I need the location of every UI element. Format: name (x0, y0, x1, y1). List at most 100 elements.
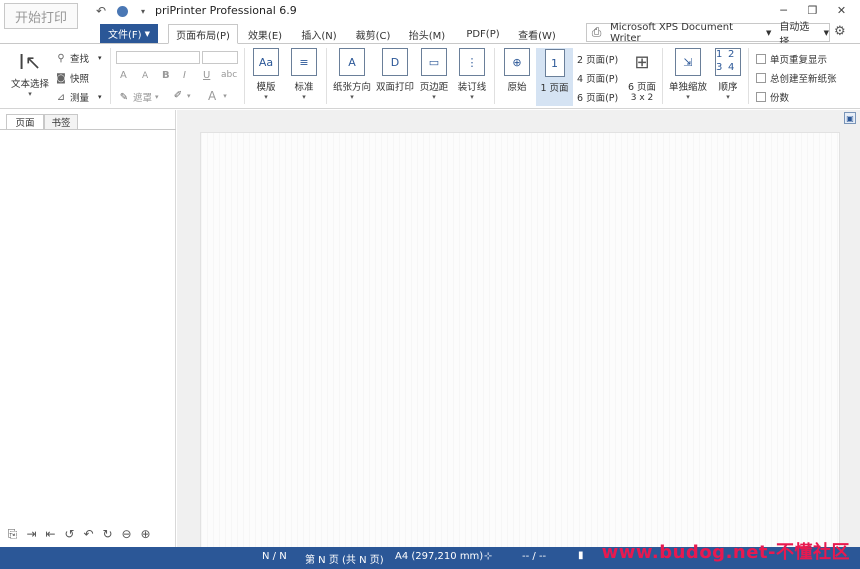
tab-header[interactable]: 抬头(M) (404, 24, 450, 44)
order-button[interactable]: 1234 顺序 ▾ (712, 48, 744, 102)
chevron-down-icon: ▼ (144, 29, 150, 38)
highlight-button[interactable]: ✐ ▾ (172, 90, 191, 101)
minimize-icon[interactable]: ─ (769, 1, 798, 19)
tab-crop[interactable]: 裁剪(C) (350, 24, 396, 44)
document-icon: ≡ (291, 48, 317, 76)
strike-button[interactable]: abc (221, 70, 237, 80)
margins-icon: ▭ (421, 48, 447, 76)
tab-bookmarks[interactable]: 书签 (44, 114, 78, 130)
duplex-button[interactable]: D 双面打印 (375, 48, 415, 93)
panel-toolbar: ⎘ ⇥ ⇤ ↺ ↶ ↻ ⊖ ⊕ (6, 527, 152, 542)
printer-selector[interactable]: ⎙ Microsoft XPS Document Writer ▼ 自动选择 ▼ (586, 21, 830, 48)
paper-size: A4 (297,210 mm) (395, 551, 484, 562)
preview-settings-icon[interactable]: ▣ (844, 112, 856, 124)
tab-page-layout[interactable]: 页面布局(P) (168, 24, 238, 44)
printer-name: Microsoft XPS Document Writer (610, 21, 734, 44)
six-pages-button[interactable]: ⊞ 6 页面 3 x 2 (626, 48, 658, 104)
font-size-combo[interactable] (202, 51, 238, 64)
mode-dropdown-icon[interactable]: ▼ (824, 29, 829, 37)
grid-icon: ⊞ (634, 51, 650, 73)
coordinates: -- / -- (522, 551, 547, 562)
tab-insert[interactable]: 插入(N) (296, 24, 342, 44)
page-info: 第 N 页 (共 N 页) (305, 555, 384, 566)
copies-checkbox[interactable]: 份数 (756, 90, 789, 104)
printer-dropdown-icon[interactable]: ▼ (766, 29, 771, 37)
zoom-slider-icon[interactable]: ▮ (578, 550, 584, 561)
ribbon-tabs: 文件(F) ▼ 页面布局(P) 效果(E) 插入(N) 裁剪(C) 抬头(M) P… (0, 21, 860, 48)
export-icon[interactable]: ⎘ (6, 527, 19, 542)
tab-pdf[interactable]: PDF(P) (460, 24, 506, 44)
one-page-button[interactable]: 1 1 页面 (536, 48, 573, 106)
undo-icon[interactable]: ↶ (94, 4, 108, 18)
font-name-combo[interactable] (116, 51, 200, 64)
chevron-down-icon: ▾ (223, 92, 227, 100)
six-pages-p-button[interactable]: 6 页面(P) (577, 90, 618, 104)
always-new-sheet-checkbox[interactable]: 总创建至新纸张 (756, 71, 837, 85)
chevron-down-icon: ▾ (155, 93, 159, 101)
cursor-icon: I↖ (18, 50, 42, 74)
insert-page-icon[interactable]: ⇥ (25, 527, 38, 542)
window-controls: ─ ❐ ✕ (769, 1, 856, 19)
redact-button[interactable]: ✎ 遮罩 ▾ (118, 90, 159, 105)
page-canvas[interactable] (200, 132, 840, 552)
gear-icon[interactable]: ⚙ (834, 24, 846, 39)
template-icon: Aa (253, 48, 279, 76)
tab-file[interactable]: 文件(F) ▼ (100, 24, 158, 43)
bold-button[interactable]: B (162, 70, 170, 81)
eraser-icon: ✎ (119, 91, 129, 103)
chevron-down-icon: ▾ (432, 93, 436, 101)
font-color-button[interactable]: A ▾ (208, 89, 227, 103)
ruler-icon: ⊿ (56, 91, 66, 103)
move-page-icon[interactable]: ⇤ (44, 527, 57, 542)
repeat-single-checkbox[interactable]: 单页重复显示 (756, 52, 827, 66)
tab-effects[interactable]: 效果(E) (242, 24, 288, 44)
font-grow-button[interactable]: A (120, 70, 127, 81)
snapshot-button[interactable]: ◙ 快照 (55, 71, 89, 86)
template-button[interactable]: Aa 模版 ▾ (250, 48, 282, 102)
margins-button[interactable]: ▭ 页边距 ▾ (418, 48, 450, 102)
close-icon[interactable]: ✕ (827, 1, 856, 19)
single-zoom-button[interactable]: ⇲ 单独缩放 ▾ (668, 48, 708, 102)
measure-button[interactable]: ⊿ 测量 ▾ (55, 90, 102, 105)
zoom-out-icon[interactable]: ⊖ (120, 527, 133, 542)
chevron-down-icon: ▾ (98, 54, 102, 62)
zoom-pages-icon: ⇲ (675, 48, 701, 76)
ribbon: I↖ 文本选择 ▾ ⚲ 查找 ▾ ◙ 快照 ⊿ 测量 ▾ A A B I U abc ✎ 遮… (0, 43, 860, 109)
font-shrink-button[interactable]: A (142, 71, 148, 81)
chevron-down-icon: ▾ (686, 93, 690, 101)
chevron-down-icon: ▾ (98, 93, 102, 101)
text-select-button[interactable]: I↖ 文本选择 ▾ (8, 48, 52, 99)
orientation-icon: A (339, 48, 365, 76)
tab-view[interactable]: 查看(W) (514, 24, 560, 44)
two-pages-button[interactable]: 2 页面(P) (577, 52, 618, 66)
original-icon: ⊕ (504, 48, 530, 76)
page-index: N / N (262, 551, 287, 562)
zoom-in-icon[interactable]: ⊕ (139, 527, 152, 542)
chevron-down-icon: ▾ (187, 91, 191, 100)
duplex-icon: D (382, 48, 408, 76)
tab-pages[interactable]: 页面 (6, 114, 44, 130)
chevron-down-icon: ▾ (350, 93, 354, 101)
four-pages-button[interactable]: 4 页面(P) (577, 71, 618, 85)
qat-dropdown-icon[interactable]: ▾ (136, 4, 150, 18)
rotate-back-icon[interactable]: ↶ (82, 527, 95, 542)
camera-icon: ◙ (56, 72, 66, 84)
original-button[interactable]: ⊕ 原始 (502, 48, 532, 93)
italic-button[interactable]: I (183, 70, 186, 81)
restore-icon[interactable]: ❐ (798, 1, 827, 19)
crop-icon[interactable]: ⊹ (484, 551, 492, 562)
underline-button[interactable]: U (203, 70, 210, 81)
preview-area[interactable]: ▣ (177, 110, 860, 552)
mark-button[interactable]: ≡ 标准 ▾ (288, 48, 320, 102)
find-button[interactable]: ⚲ 查找 ▾ (55, 51, 102, 66)
watermark: www.budog.net-不懂社区 (601, 542, 850, 563)
rotate-left-icon[interactable]: ↺ (63, 527, 76, 542)
orientation-button[interactable]: A 纸张方向 ▾ (332, 48, 372, 102)
order-icon: 1234 (715, 48, 741, 76)
binding-button[interactable]: ⋮ 装订线 ▾ (456, 48, 488, 102)
app-title: priPrinter Professional 6.9 (155, 4, 297, 17)
rotate-right-icon[interactable]: ↻ (101, 527, 114, 542)
binoculars-icon: ⚲ (57, 52, 65, 64)
globe-icon[interactable] (115, 4, 129, 18)
chevron-down-icon: ▾ (470, 93, 474, 101)
